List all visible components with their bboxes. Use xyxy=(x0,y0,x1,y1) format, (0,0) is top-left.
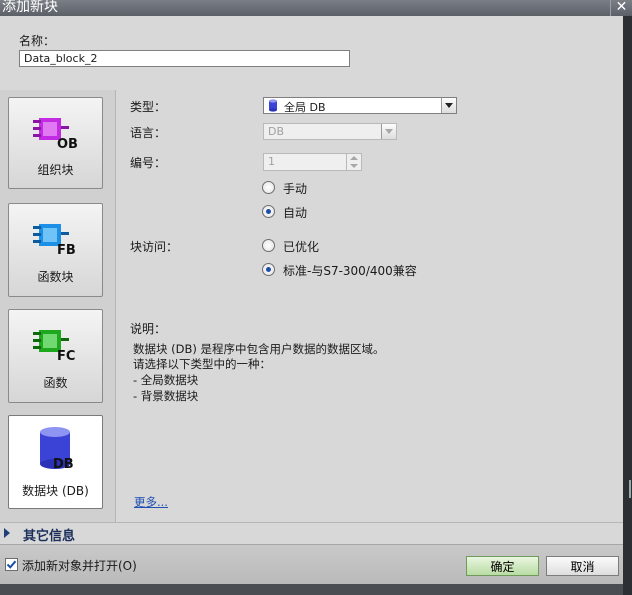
cancel-button[interactable]: 取消 xyxy=(546,556,619,576)
language-select-value: DB xyxy=(268,125,285,138)
svg-text:DB: DB xyxy=(53,457,74,472)
description-label: 说明： xyxy=(130,322,167,336)
db-small-icon xyxy=(269,99,277,112)
language-label: 语言： xyxy=(130,126,167,140)
language-select: DB xyxy=(263,123,397,140)
type-select[interactable]: 全局 DB xyxy=(263,97,457,114)
auto-radio[interactable] xyxy=(262,205,275,218)
chevron-down-icon xyxy=(381,124,396,139)
more-link[interactable]: 更多... xyxy=(134,494,168,510)
ob-block-icon: OB xyxy=(33,118,78,152)
window-edge xyxy=(623,16,632,595)
svg-text:OB: OB xyxy=(57,137,78,152)
other-info-label[interactable]: 其它信息 xyxy=(23,525,75,544)
stepper-arrows xyxy=(346,154,361,170)
auto-label: 自动 xyxy=(283,206,308,220)
fb-block-icon: FB xyxy=(33,224,76,258)
add-and-open-checkbox[interactable] xyxy=(5,558,18,571)
block-type-fc-label: 函数 xyxy=(43,376,68,390)
add-and-open-label: 添加新对象并打开(O) xyxy=(22,559,137,573)
svg-text:FC: FC xyxy=(57,349,75,364)
footer-edge xyxy=(0,584,623,595)
optimized-radio[interactable] xyxy=(262,239,275,252)
standard-radio[interactable] xyxy=(262,263,275,276)
svg-text:FB: FB xyxy=(57,243,76,258)
block-type-db-button[interactable]: DB 数据块 (DB) xyxy=(8,415,103,509)
chevron-down-icon[interactable] xyxy=(441,98,456,113)
number-label: 编号： xyxy=(130,156,167,170)
type-select-value: 全局 DB xyxy=(284,101,326,114)
number-stepper: 1 xyxy=(263,153,362,171)
optimized-label: 已优化 xyxy=(283,240,320,254)
description-line: - 背景数据块 xyxy=(133,389,199,403)
number-value: 1 xyxy=(268,155,275,168)
block-type-db-label: 数据块 (DB) xyxy=(22,484,89,498)
block-type-fb-label: 函数块 xyxy=(37,270,74,284)
description-line: 请选择以下类型中的一种： xyxy=(133,357,271,371)
db-cylinder-icon: DB xyxy=(40,427,74,472)
other-info-section[interactable] xyxy=(0,522,623,544)
description-line: 数据块 (DB) 是程序中包含用户数据的数据区域。 xyxy=(133,342,385,356)
name-label: 名称： xyxy=(19,34,56,48)
dialog-title: 添加新块 xyxy=(0,0,610,16)
name-input[interactable] xyxy=(19,50,350,67)
block-type-ob-label: 组织块 xyxy=(37,163,74,177)
stepper-icon xyxy=(350,156,358,168)
block-access-label: 块访问： xyxy=(130,240,179,254)
ok-button[interactable]: 确定 xyxy=(466,556,539,576)
block-type-ob-button[interactable]: OB 组织块 xyxy=(8,97,103,189)
expand-arrow-icon[interactable] xyxy=(4,528,10,538)
standard-label: 标准-与S7-300/400兼容 xyxy=(283,264,417,278)
manual-label: 手动 xyxy=(283,182,308,196)
checkmark-icon xyxy=(6,560,17,569)
description-line: - 全局数据块 xyxy=(133,373,199,387)
type-label: 类型： xyxy=(130,100,167,114)
close-button[interactable]: ✕ xyxy=(610,0,632,16)
close-icon: ✕ xyxy=(615,0,628,15)
block-type-fc-button[interactable]: FC 函数 xyxy=(8,309,103,403)
manual-radio[interactable] xyxy=(262,181,275,194)
fc-block-icon: FC xyxy=(33,330,75,364)
block-type-fb-button[interactable]: FB 函数块 xyxy=(8,203,103,297)
block-type-panel: OB 组织块 FB 函数块 FC 函数 DB 数据块 (DB) xyxy=(0,90,116,522)
